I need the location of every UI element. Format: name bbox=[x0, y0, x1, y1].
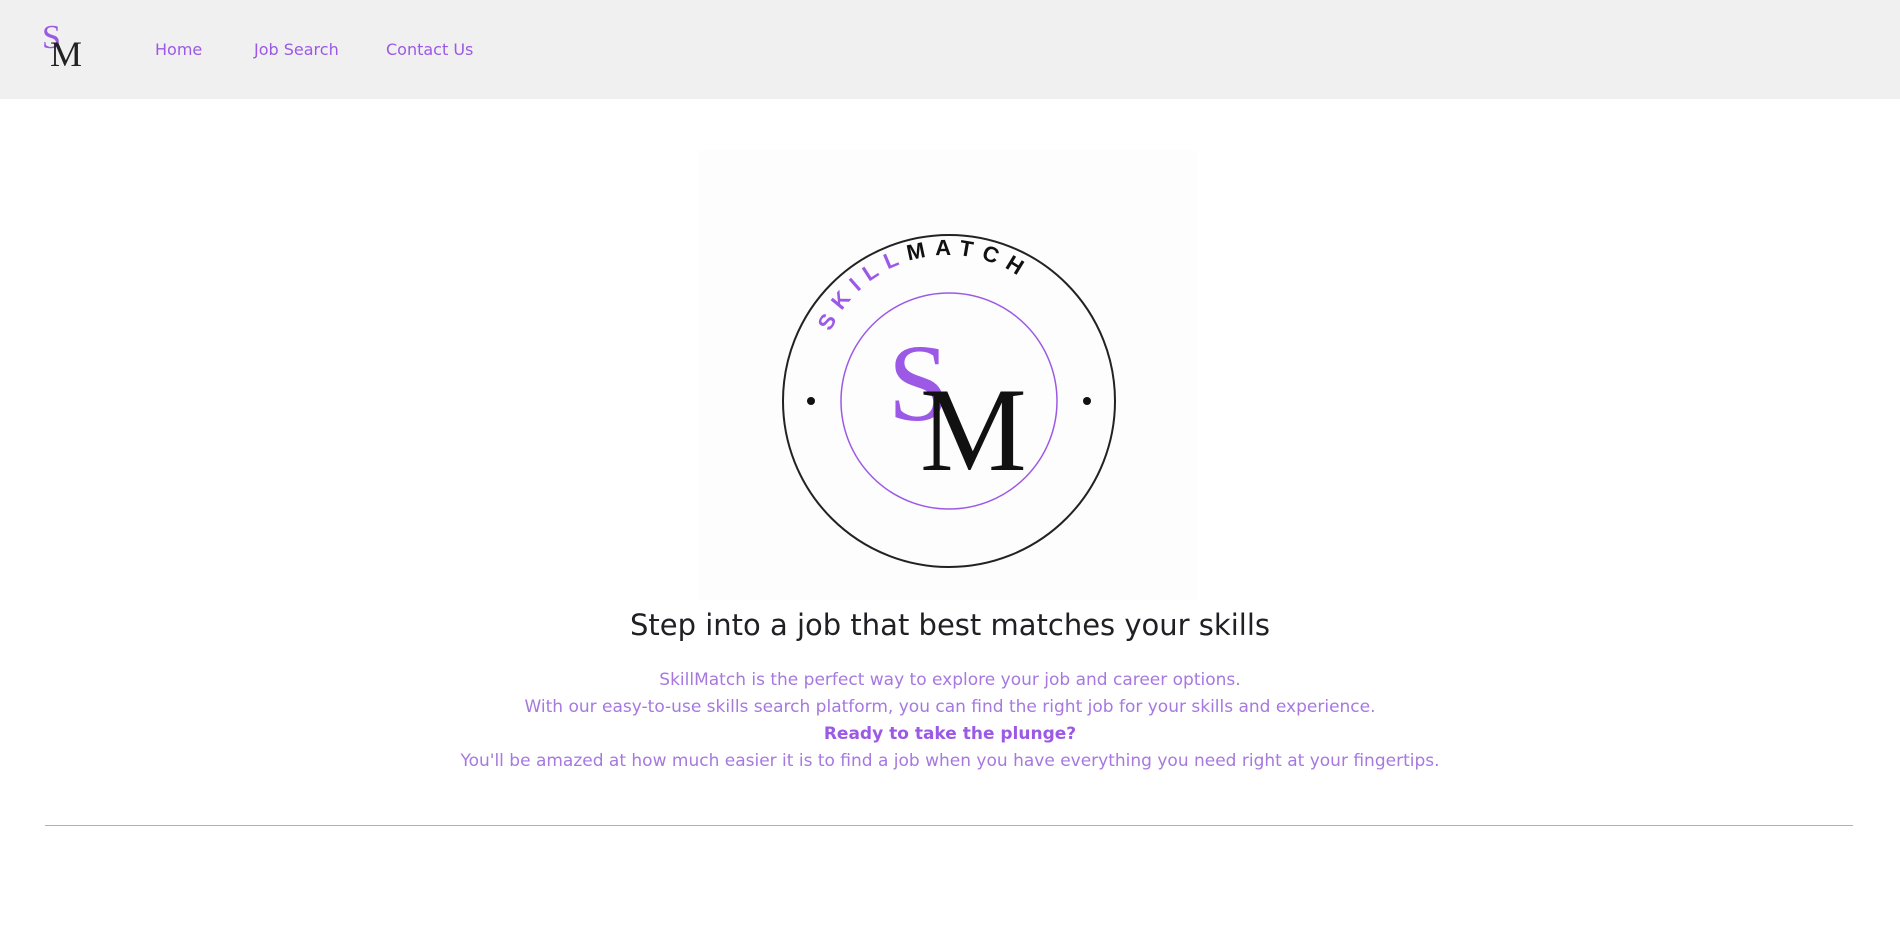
hero-text-line-4: You'll be amazed at how much easier it i… bbox=[460, 751, 1440, 771]
emblem-m-letter: M bbox=[920, 363, 1027, 496]
nav-home-link[interactable]: Home bbox=[155, 40, 202, 60]
hero-text-line-2: With our easy-to-use skills search platf… bbox=[524, 697, 1376, 717]
hero-headline: Step into a job that best matches your s… bbox=[630, 608, 1270, 642]
section-divider bbox=[45, 825, 1853, 826]
left-dot bbox=[807, 397, 815, 405]
circle-match-text: MATCH bbox=[904, 235, 1036, 285]
sm-logo-icon[interactable]: S M bbox=[40, 18, 84, 70]
right-dot bbox=[1083, 397, 1091, 405]
logo-m-letter: M bbox=[50, 34, 82, 70]
nav-contact-link[interactable]: Contact Us bbox=[386, 40, 473, 60]
top-navbar: S M Home Job Search Contact Us bbox=[0, 0, 1900, 99]
hero-cta-text: Ready to take the plunge? bbox=[823, 724, 1077, 744]
hero-text-line-1: SkillMatch is the perfect way to explore… bbox=[659, 670, 1241, 690]
hero-logo-panel: SKILLMATCH S M bbox=[698, 150, 1198, 600]
skillmatch-emblem-icon: SKILLMATCH S M bbox=[782, 234, 1116, 568]
circle-brand-text: SKILLMATCH bbox=[812, 235, 1035, 334]
nav-job-search-link[interactable]: Job Search bbox=[254, 40, 339, 60]
